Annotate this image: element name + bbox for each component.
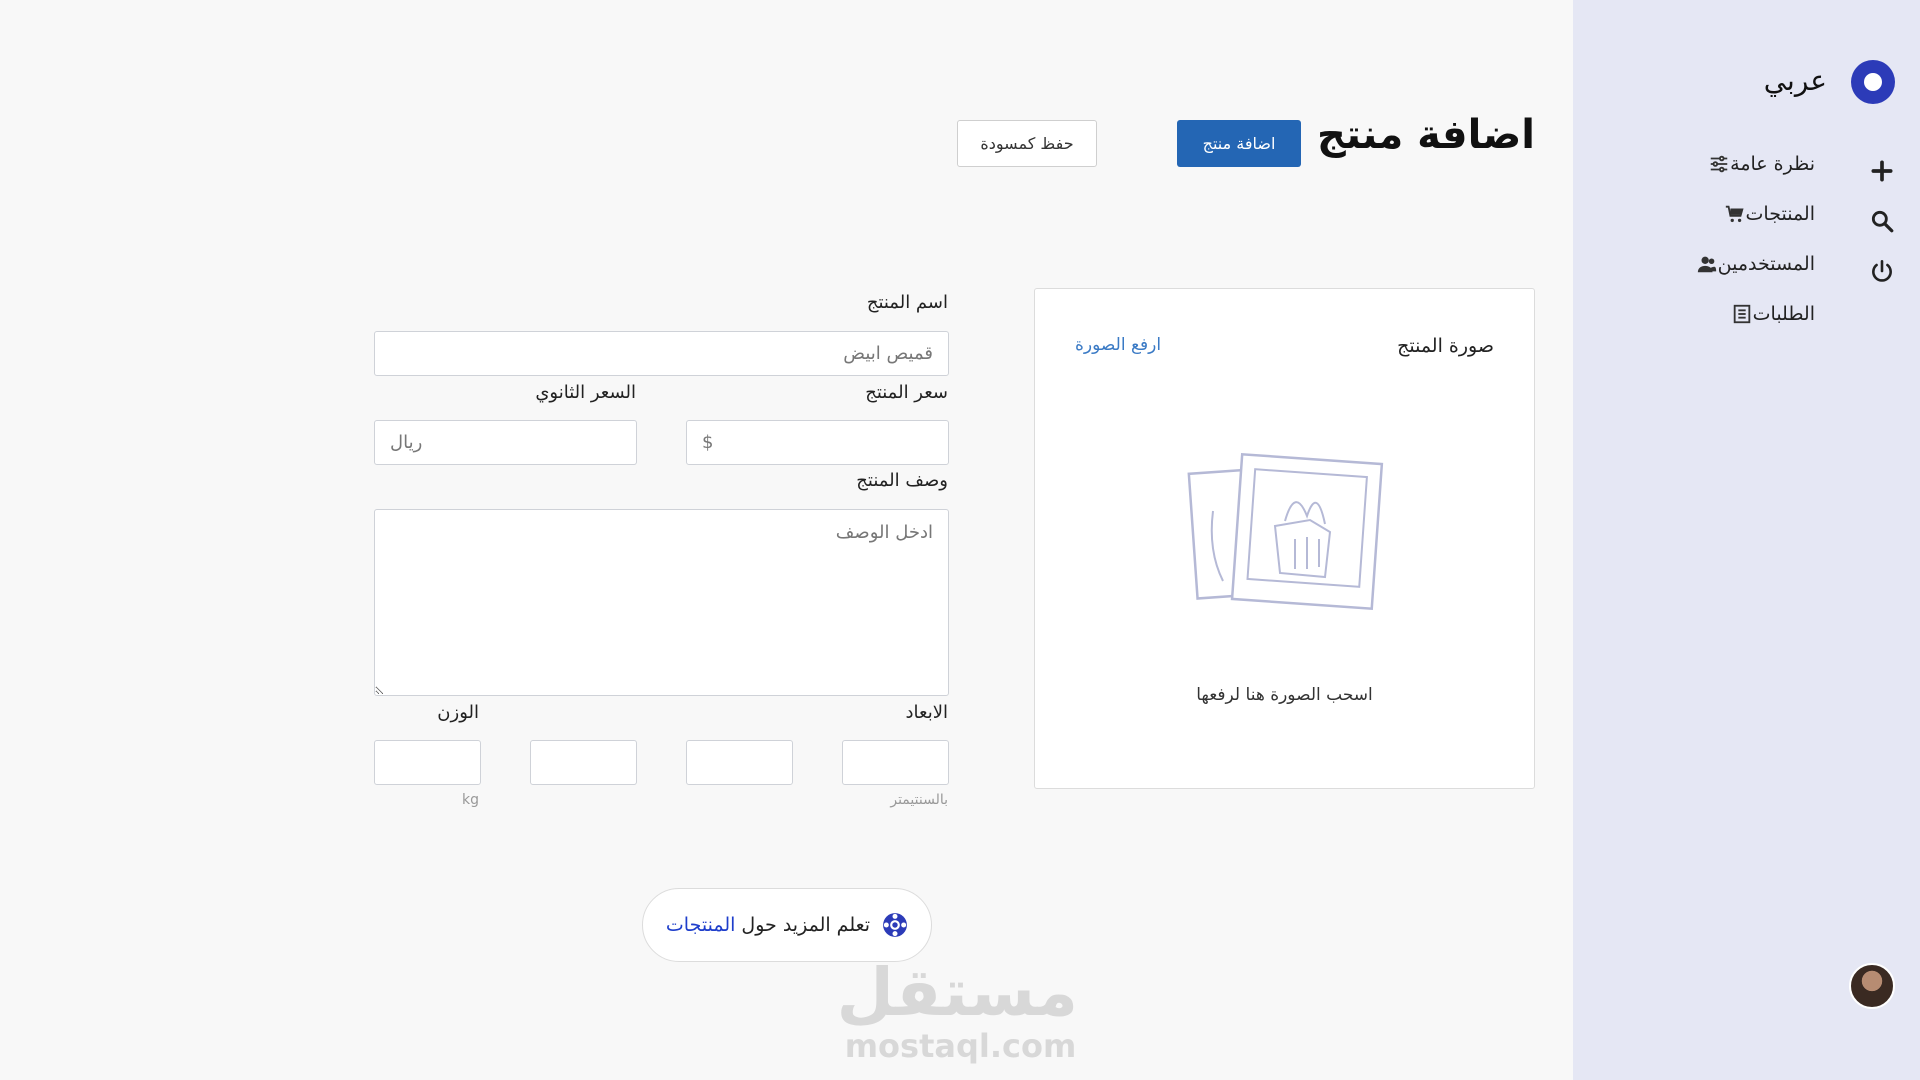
product-price-input[interactable] [686, 420, 949, 465]
dimension-width-input[interactable] [686, 740, 793, 785]
photo-placeholder-icon [1187, 452, 1384, 611]
dimension-length-input[interactable] [842, 740, 949, 785]
sidebar-nav: نظرة عامة المنتجات المستخدمين الطلبات [1647, 150, 1827, 350]
weight-unit-hint: kg [462, 792, 479, 808]
sidebar-item-label: الطلبات [1752, 303, 1815, 325]
watermark-english: mostaql.com [844, 1027, 1077, 1065]
drop-zone-text: اسحب الصورة هنا لرفعها [1196, 685, 1373, 705]
learn-more-text: تعلم المزيد حول المنتجات [666, 914, 870, 936]
sidebar-item-overview[interactable]: نظرة عامة [1647, 150, 1827, 178]
sidebar-item-label: نظرة عامة [1730, 153, 1815, 175]
cart-icon [1725, 205, 1744, 223]
product-description-label: وصف المنتج [856, 470, 948, 491]
add-product-button[interactable]: اضافة منتج [1177, 120, 1301, 167]
watermark: مستقل mostaql.com [836, 954, 1078, 1066]
orders-icon [1733, 304, 1750, 324]
sidebar-item-products[interactable]: المنتجات [1647, 200, 1827, 228]
sidebar-item-orders[interactable]: الطلبات [1647, 300, 1827, 328]
dimension-height-input[interactable] [530, 740, 637, 785]
quick-actions [1869, 158, 1895, 308]
secondary-price-label: السعر الثانوي [535, 382, 636, 403]
sidebar-item-label: المستخدمين [1717, 253, 1815, 275]
product-name-label: اسم المنتج [866, 292, 948, 313]
sidebar-item-users[interactable]: المستخدمين [1647, 250, 1827, 278]
watermark-arabic: مستقل [836, 954, 1078, 1031]
brand-logo-icon[interactable] [1851, 60, 1895, 104]
search-icon[interactable] [1869, 208, 1895, 234]
users-icon [1697, 256, 1716, 273]
power-icon[interactable] [1869, 258, 1895, 284]
learn-more-products-link[interactable]: المنتجات [666, 914, 735, 936]
user-avatar[interactable] [1849, 963, 1895, 1009]
save-draft-button[interactable]: حفظ كمسودة [957, 120, 1097, 167]
product-name-input[interactable] [374, 331, 949, 376]
dimensions-label: الابعاد [905, 702, 948, 723]
product-description-textarea[interactable] [374, 509, 949, 696]
dimensions-unit-hint: بالسنتيمتر [890, 792, 948, 808]
sidebar-item-label: المنتجات [1745, 203, 1815, 225]
weight-input[interactable] [374, 740, 481, 785]
plus-icon[interactable] [1869, 158, 1895, 184]
secondary-price-input[interactable] [374, 420, 637, 465]
page-title: اضافة منتج [1316, 112, 1535, 158]
image-card-title: صورة المنتج [1397, 335, 1494, 357]
product-image-card[interactable]: صورة المنتج ارفع الصورة اسحب الصورة هنا … [1034, 288, 1535, 789]
lifebuoy-icon [883, 913, 907, 937]
learn-more-prefix: تعلم المزيد حول [735, 914, 871, 936]
sidebar: عربي نظرة عامة المنتجات المستخدمين الطلب… [1573, 0, 1920, 1080]
upload-image-link[interactable]: ارفع الصورة [1075, 335, 1161, 355]
sliders-icon [1710, 155, 1728, 173]
learn-more-button[interactable]: تعلم المزيد حول المنتجات [642, 888, 932, 962]
brand-name[interactable]: عربي [1764, 64, 1827, 97]
weight-label: الوزن [437, 702, 479, 723]
product-price-label: سعر المنتج [865, 382, 948, 403]
